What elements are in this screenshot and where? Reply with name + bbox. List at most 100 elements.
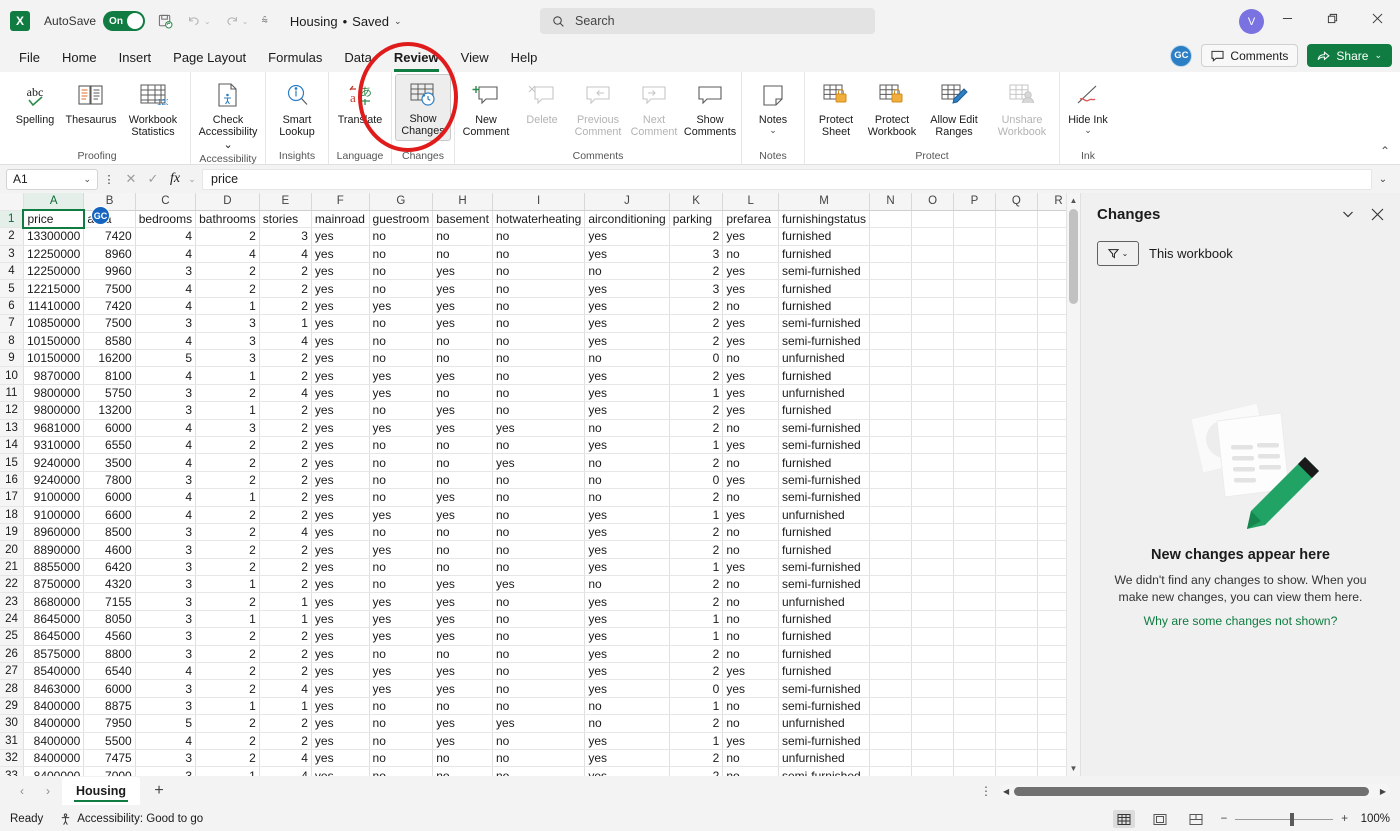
cell-H20[interactable]: no <box>433 541 493 558</box>
cell-C18[interactable]: 4 <box>135 506 195 523</box>
cell-A10[interactable]: 9870000 <box>23 367 83 384</box>
cell-M17[interactable]: semi-furnished <box>778 489 869 506</box>
cell-L25[interactable]: no <box>723 628 779 645</box>
cell-D16[interactable]: 2 <box>196 471 260 488</box>
cell-F14[interactable]: yes <box>311 436 369 453</box>
cell-O29[interactable] <box>911 697 953 714</box>
cell-K17[interactable]: 2 <box>669 489 723 506</box>
row-header-6[interactable]: 6 <box>0 297 23 314</box>
cell-G7[interactable]: no <box>369 315 433 332</box>
cell-E5[interactable]: 2 <box>259 280 311 297</box>
cell-G24[interactable]: yes <box>369 610 433 627</box>
cell-L26[interactable]: no <box>723 645 779 662</box>
tab-page-layout[interactable]: Page Layout <box>162 47 257 68</box>
autosave-toggle[interactable]: On <box>103 11 145 31</box>
cell-I2[interactable]: no <box>492 228 584 245</box>
scroll-up-arrow-icon[interactable]: ▲ <box>1070 193 1078 208</box>
cell-O16[interactable] <box>911 471 953 488</box>
cell-E31[interactable]: 2 <box>259 732 311 749</box>
cell-K20[interactable]: 2 <box>669 541 723 558</box>
table-row[interactable]: 1791000006000412yesnoyesnono2nosemi-furn… <box>0 489 1080 506</box>
cell-C32[interactable]: 3 <box>135 750 195 767</box>
cell-H13[interactable]: yes <box>433 419 493 436</box>
tab-review[interactable]: Review <box>383 47 450 68</box>
cell-H12[interactable]: yes <box>433 402 493 419</box>
comments-button[interactable]: Comments <box>1201 44 1298 67</box>
cell-L13[interactable]: no <box>723 419 779 436</box>
cell-E13[interactable]: 2 <box>259 419 311 436</box>
cell-H1[interactable]: basement <box>433 210 493 227</box>
expand-formula-bar-icon[interactable]: ⌄ <box>1372 174 1394 185</box>
cell-G21[interactable]: no <box>369 558 433 575</box>
cell-F16[interactable]: yes <box>311 471 369 488</box>
spelling-button[interactable]: abc Spelling <box>7 76 63 126</box>
cell-B24[interactable]: 8050 <box>84 610 135 627</box>
cell-N18[interactable] <box>870 506 912 523</box>
cell-L6[interactable]: no <box>723 297 779 314</box>
cell-C6[interactable]: 4 <box>135 297 195 314</box>
cell-F19[interactable]: yes <box>311 523 369 540</box>
cell-F12[interactable]: yes <box>311 402 369 419</box>
cell-P5[interactable] <box>954 280 996 297</box>
cell-L16[interactable]: yes <box>723 471 779 488</box>
cell-A27[interactable]: 8540000 <box>23 663 83 680</box>
cell-C27[interactable]: 4 <box>135 663 195 680</box>
cell-I32[interactable]: no <box>492 750 584 767</box>
cell-C31[interactable]: 4 <box>135 732 195 749</box>
cell-M6[interactable]: furnished <box>778 297 869 314</box>
cell-Q7[interactable] <box>995 315 1037 332</box>
cell-K2[interactable]: 2 <box>669 228 723 245</box>
cell-H33[interactable]: no <box>433 767 493 776</box>
cell-K3[interactable]: 3 <box>669 245 723 262</box>
cell-N11[interactable] <box>870 384 912 401</box>
cell-P33[interactable] <box>954 767 996 776</box>
cell-K12[interactable]: 2 <box>669 402 723 419</box>
cell-E14[interactable]: 2 <box>259 436 311 453</box>
row-header-5[interactable]: 5 <box>0 280 23 297</box>
more-sheets-icon[interactable]: ⋮ <box>980 784 992 798</box>
row-header-15[interactable]: 15 <box>0 454 23 471</box>
tab-view[interactable]: View <box>450 47 500 68</box>
column-header-F[interactable]: F <box>311 193 369 210</box>
cell-F4[interactable]: yes <box>311 263 369 280</box>
cell-J6[interactable]: yes <box>585 297 669 314</box>
cell-F20[interactable]: yes <box>311 541 369 558</box>
cell-Q17[interactable] <box>995 489 1037 506</box>
cell-F18[interactable]: yes <box>311 506 369 523</box>
cell-J18[interactable]: yes <box>585 506 669 523</box>
cell-K18[interactable]: 1 <box>669 506 723 523</box>
cell-J5[interactable]: yes <box>585 280 669 297</box>
cell-J23[interactable]: yes <box>585 593 669 610</box>
row-header-14[interactable]: 14 <box>0 436 23 453</box>
cell-K5[interactable]: 3 <box>669 280 723 297</box>
cell-A12[interactable]: 9800000 <box>23 402 83 419</box>
cell-K19[interactable]: 2 <box>669 523 723 540</box>
cell-M8[interactable]: semi-furnished <box>778 332 869 349</box>
cell-I21[interactable]: no <box>492 558 584 575</box>
cell-D18[interactable]: 2 <box>196 506 260 523</box>
cell-H28[interactable]: yes <box>433 680 493 697</box>
cell-I1[interactable]: hotwaterheating <box>492 210 584 227</box>
cell-L15[interactable]: no <box>723 454 779 471</box>
cell-B13[interactable]: 6000 <box>84 419 135 436</box>
cell-H30[interactable]: yes <box>433 715 493 732</box>
row-header-4[interactable]: 4 <box>0 263 23 280</box>
cell-H21[interactable]: no <box>433 558 493 575</box>
cell-P26[interactable] <box>954 645 996 662</box>
cell-C23[interactable]: 3 <box>135 593 195 610</box>
cell-O22[interactable] <box>911 576 953 593</box>
horizontal-scroll-thumb[interactable] <box>1014 787 1369 796</box>
cell-B28[interactable]: 6000 <box>84 680 135 697</box>
cell-F17[interactable]: yes <box>311 489 369 506</box>
column-header-P[interactable]: P <box>954 193 996 210</box>
cell-O4[interactable] <box>911 263 953 280</box>
cell-Q8[interactable] <box>995 332 1037 349</box>
cell-O6[interactable] <box>911 297 953 314</box>
cell-K13[interactable]: 2 <box>669 419 723 436</box>
cell-I23[interactable]: no <box>492 593 584 610</box>
cell-O33[interactable] <box>911 767 953 776</box>
cell-L2[interactable]: yes <box>723 228 779 245</box>
row-header-16[interactable]: 16 <box>0 471 23 488</box>
cell-Q21[interactable] <box>995 558 1037 575</box>
cell-F8[interactable]: yes <box>311 332 369 349</box>
